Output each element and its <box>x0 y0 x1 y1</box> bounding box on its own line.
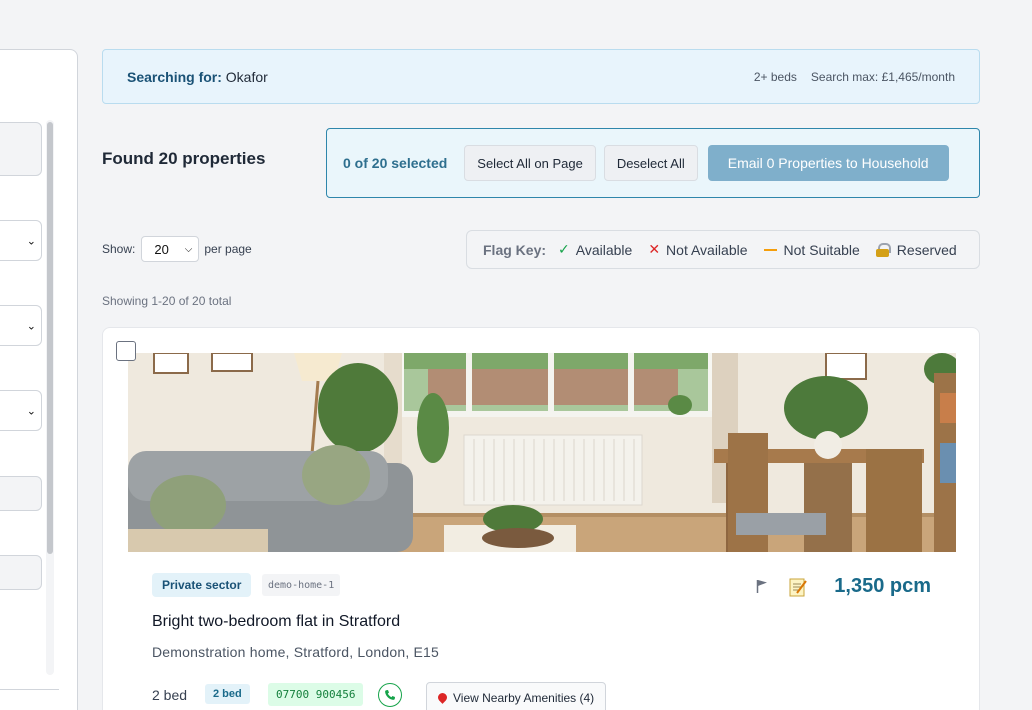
flag-key-label: Flag Key: <box>483 241 547 258</box>
search-beds: 2+ beds <box>753 69 797 84</box>
filter-input[interactable] <box>0 555 42 590</box>
email-household-button[interactable]: Email 0 Properties to Household <box>707 145 949 181</box>
flag-key-item-label: Not Available <box>666 241 748 258</box>
selected-count: 0 of 20 selected <box>343 155 448 171</box>
notes-icon[interactable] <box>789 577 807 597</box>
lock-icon <box>875 242 891 257</box>
property-price: 1,350 pcm <box>834 575 931 597</box>
property-card: Private sector demo-home-1 1,350 pcm Bri… <box>102 327 980 710</box>
chevron-down-icon: ⌄ <box>26 405 36 417</box>
flag-key-item-label: Available <box>575 241 633 258</box>
divider <box>0 689 59 690</box>
per-page-control: Show: 20 ⌵ per page <box>102 236 252 262</box>
chevron-down-icon: ⌄ <box>26 320 36 332</box>
search-banner: Searching for: Okafor 2+ beds Search max… <box>102 49 980 104</box>
search-label: Searching for: <box>127 68 222 85</box>
deselect-all-button[interactable]: Deselect All <box>603 145 698 181</box>
flag-key: Flag Key: ✓ Available ✕ Not Available No… <box>466 230 980 269</box>
chevron-down-icon: ⌄ <box>26 235 36 247</box>
per-page-label: per page <box>204 242 252 256</box>
showing-range: Showing 1-20 of 20 total <box>102 294 232 308</box>
results-count: Found 20 properties <box>102 149 266 168</box>
search-max: Search max: £1,465/month <box>810 69 955 84</box>
search-name: Okafor <box>225 68 268 85</box>
view-amenities-button[interactable]: View Nearby Amenities (4) <box>426 682 607 710</box>
per-page-value: 20 <box>154 241 169 257</box>
search-criteria: 2+ beds Search max: £1,465/month <box>754 70 955 84</box>
select-all-button[interactable]: Select All on Page <box>464 145 596 181</box>
x-icon: ✕ <box>648 241 661 257</box>
beds-badge: 2 bed <box>205 684 250 704</box>
scrollbar-thumb[interactable] <box>47 122 53 554</box>
flag-key-item-label: Reserved <box>896 241 957 258</box>
property-beds: 2 bed <box>152 687 188 703</box>
filter-field[interactable] <box>0 122 42 176</box>
filter-select[interactable]: ⌄ <box>0 305 42 346</box>
check-icon: ✓ <box>558 241 570 257</box>
property-address: Demonstration home, Stratford, London, E… <box>152 644 440 660</box>
show-label: Show: <box>102 242 136 256</box>
filter-select[interactable]: ⌄ <box>0 220 42 261</box>
flag-key-item-not-available: ✕ Not Available <box>648 241 747 258</box>
chevron-down-icon: ⌵ <box>184 243 193 255</box>
property-photo[interactable] <box>128 353 956 552</box>
flag-key-item-not-suitable: Not Suitable <box>763 241 860 258</box>
view-amenities-label: View Nearby Amenities (4) <box>453 691 595 705</box>
per-page-select[interactable]: 20 ⌵ <box>141 236 200 262</box>
property-id-badge: demo-home-1 <box>262 574 341 596</box>
dash-icon <box>763 248 777 251</box>
phone-number[interactable]: 07700 900456 <box>268 683 364 706</box>
flag-icon[interactable] <box>756 579 768 593</box>
selection-bar: 0 of 20 selected Select All on Page Dese… <box>326 128 980 198</box>
search-summary: Searching for: Okafor <box>127 69 268 85</box>
flag-key-item-available: ✓ Available <box>558 241 632 258</box>
filter-select[interactable]: ⌄ <box>0 390 42 431</box>
flag-key-item-label: Not Suitable <box>783 241 860 258</box>
map-pin-icon <box>436 690 449 704</box>
sector-badge: Private sector <box>152 573 252 597</box>
property-select-checkbox[interactable] <box>116 341 136 361</box>
filter-panel: ⌄ ⌄ ⌄ <box>0 49 78 710</box>
flag-key-item-reserved: Reserved <box>875 241 957 258</box>
property-title[interactable]: Bright two-bedroom flat in Stratford <box>152 613 400 631</box>
phone-icon[interactable] <box>378 683 402 707</box>
filter-input[interactable] <box>0 476 42 511</box>
